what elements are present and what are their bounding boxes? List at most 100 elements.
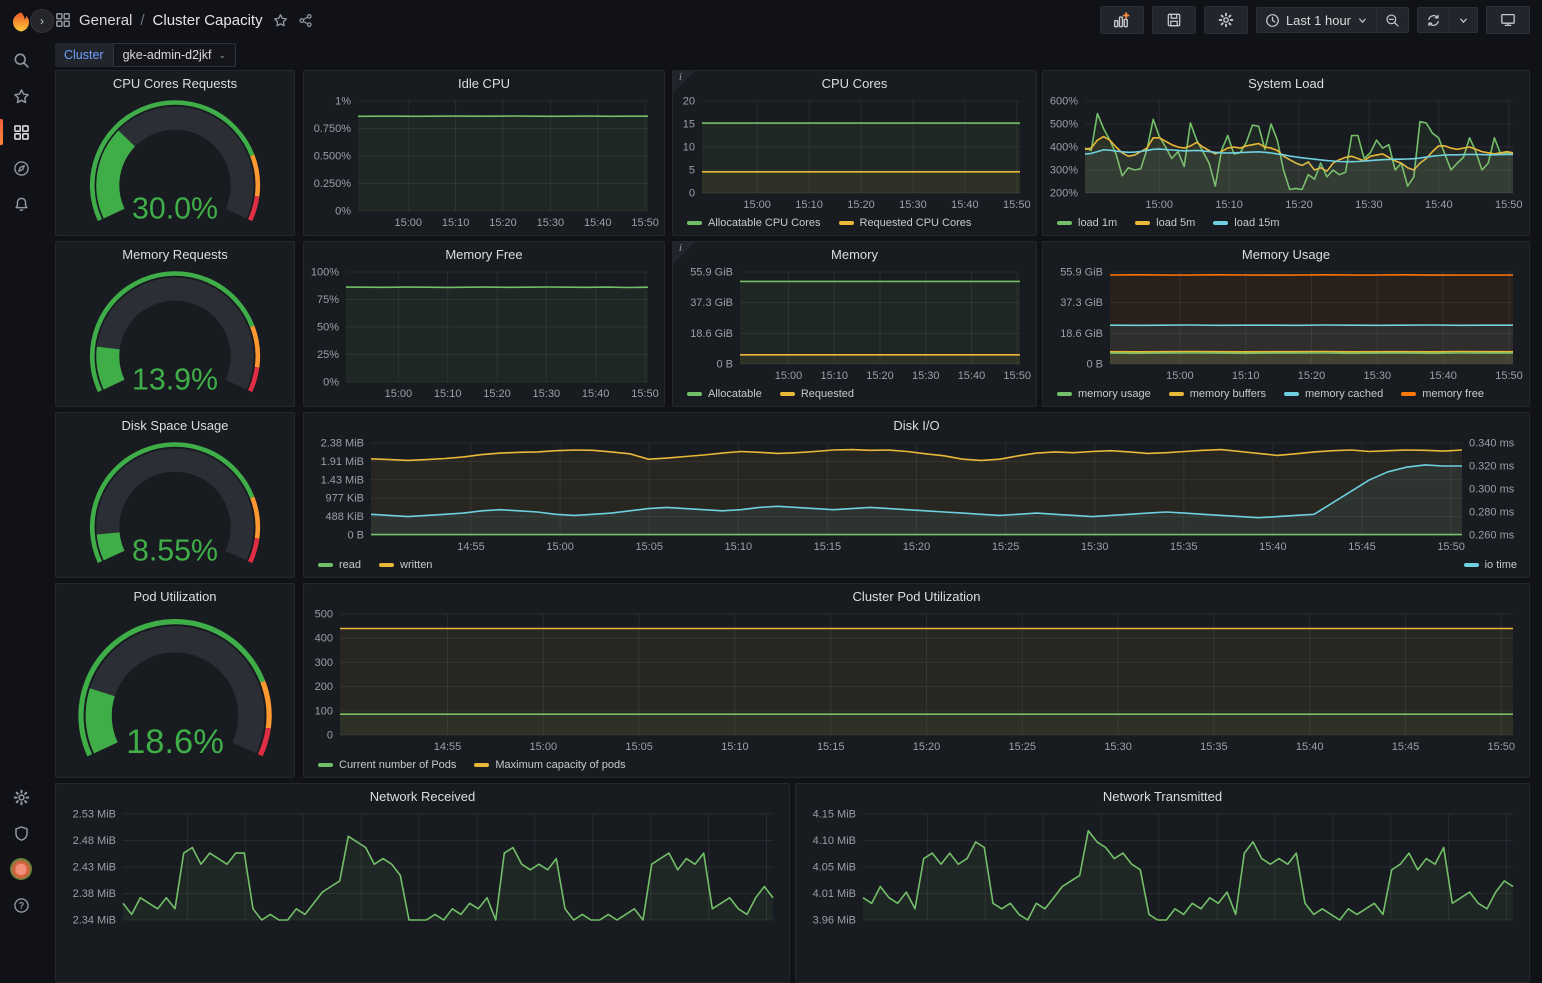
svg-text:8.55%: 8.55% [132,534,218,567]
zoom-out-time-button[interactable] [1376,8,1408,32]
panel-title[interactable]: Network Received [56,784,789,808]
svg-text:15:10: 15:10 [721,741,749,753]
svg-text:15:25: 15:25 [992,541,1020,553]
breadcrumb-page[interactable]: Cluster Capacity [153,12,263,29]
svg-text:15:00: 15:00 [546,541,574,553]
svg-text:100: 100 [315,705,333,717]
svg-text:55.9 GiB: 55.9 GiB [690,267,733,279]
chart-area[interactable]: 0 B18.6 GiB37.3 GiB55.9 GiB15:0015:1015:… [1047,266,1525,384]
svg-text:15:30: 15:30 [1081,541,1109,553]
panel-title[interactable]: Disk Space Usage [56,413,294,437]
svg-text:15:10: 15:10 [725,541,753,553]
chart-area[interactable]: 010020030040050014:5515:0015:0515:1015:1… [308,608,1525,755]
svg-text:0.260 ms: 0.260 ms [1469,530,1515,542]
svg-text:15:40: 15:40 [1259,541,1287,553]
sidebar-item-help[interactable]: ? [0,887,42,923]
chart-area[interactable]: 0 B18.6 GiB37.3 GiB55.9 GiB15:0015:1015:… [677,266,1032,384]
panel-title[interactable]: Memory Requests [56,242,294,266]
svg-text:2.53 MiB: 2.53 MiB [73,809,116,821]
svg-text:0.340 ms: 0.340 ms [1469,438,1515,450]
sidebar: ? [0,0,42,923]
sidebar-item-alerting[interactable] [0,186,42,222]
sidebar-item-configuration[interactable] [0,779,42,815]
legend-item[interactable]: load 1m [1057,217,1117,229]
svg-text:2.48 MiB: 2.48 MiB [73,835,116,847]
add-panel-button[interactable] [1100,6,1144,34]
refresh-button[interactable] [1418,8,1449,32]
panel-title[interactable]: System Load [1043,71,1529,95]
share-dashboard-button[interactable] [298,13,313,28]
sidebar-item-profile[interactable] [0,851,42,887]
svg-text:15:40: 15:40 [951,199,979,211]
legend-item[interactable]: load 5m [1135,217,1195,229]
legend-item[interactable]: written [379,559,432,571]
svg-text:15:50: 15:50 [1003,199,1031,211]
refresh-interval-dropdown[interactable] [1449,8,1477,32]
panel-disk-io: Disk I/O 0 B488 KiB977 KiB1.43 MiB1.91 M… [303,412,1530,578]
svg-text:300%: 300% [1050,165,1078,177]
svg-text:15:00: 15:00 [775,370,803,382]
chart-area[interactable]: 2.34 MiB2.38 MiB2.43 MiB2.48 MiB2.53 MiB [60,808,785,926]
legend-item[interactable]: Allocatable CPU Cores [687,217,821,229]
svg-text:15:00: 15:00 [395,217,423,229]
panel-title[interactable]: Disk I/O [304,413,1529,437]
template-variables-row: Cluster gke-admin-d2jkf ⌄ [55,42,236,68]
panel-pod-utilization: Pod Utilization 18.6% [55,583,295,778]
chart-area[interactable]: 0 B488 KiB977 KiB1.43 MiB1.91 MiB2.38 Mi… [308,437,1525,555]
sidebar-item-dashboards[interactable] [0,114,42,150]
chart-area[interactable]: 200%300%400%500%600%15:0015:1015:2015:30… [1047,95,1525,213]
sidebar-expand-button[interactable]: › [30,9,54,33]
chevron-down-icon [1458,15,1469,26]
panel-title[interactable]: Memory Usage [1043,242,1529,266]
sidebar-item-search[interactable] [0,42,42,78]
legend-item[interactable]: Maximum capacity of pods [474,759,625,771]
svg-text:400%: 400% [1050,142,1078,154]
legend-item[interactable]: read [318,559,361,571]
svg-text:15:30: 15:30 [1355,199,1383,211]
legend-item[interactable]: memory usage [1057,388,1151,400]
svg-text:2.38 MiB: 2.38 MiB [73,888,116,900]
legend-item[interactable]: memory free [1401,388,1484,400]
svg-text:3.96 MiB: 3.96 MiB [813,915,856,927]
legend-item[interactable]: Current number of Pods [318,759,456,771]
variable-value-dropdown[interactable]: gke-admin-d2jkf ⌄ [113,43,236,67]
legend-item[interactable]: load 15m [1213,217,1279,229]
panel-title[interactable]: Network Transmitted [796,784,1529,808]
panel-title[interactable]: CPU Cores [673,71,1036,95]
svg-text:15:50: 15:50 [1495,370,1523,382]
save-icon [1166,12,1182,28]
sidebar-item-explore[interactable] [0,150,42,186]
dashboard-settings-button[interactable] [1204,6,1248,34]
svg-text:37.3 GiB: 37.3 GiB [690,297,733,309]
legend-item[interactable]: Requested CPU Cores [839,217,972,229]
breadcrumb-section[interactable]: General [79,12,132,29]
chart-area[interactable]: 0510152015:0015:1015:2015:3015:4015:50 [677,95,1032,213]
panel-title[interactable]: Memory [673,242,1036,266]
legend-item[interactable]: io time [1464,559,1517,571]
panel-title[interactable]: Memory Free [304,242,664,266]
chart-area[interactable]: 3.96 MiB4.01 MiB4.05 MiB4.10 MiB4.15 MiB [800,808,1525,926]
monitor-icon [1500,12,1516,28]
panel-title[interactable]: Cluster Pod Utilization [304,584,1529,608]
svg-text:15: 15 [683,119,695,131]
panel-title[interactable]: Pod Utilization [56,584,294,608]
legend-item[interactable]: Allocatable [687,388,762,400]
kiosk-mode-button[interactable] [1486,6,1530,34]
time-range-picker[interactable]: Last 1 hour [1257,8,1376,32]
sidebar-item-starred[interactable] [0,78,42,114]
svg-text:4.15 MiB: 4.15 MiB [813,809,856,821]
svg-text:15:15: 15:15 [814,541,842,553]
chart-area[interactable]: 0%25%50%75%100%15:0015:1015:2015:3015:40… [308,266,660,402]
panel-title[interactable]: Idle CPU [304,71,664,95]
sidebar-item-server-admin[interactable] [0,815,42,851]
svg-text:10: 10 [683,142,695,154]
panel-title[interactable]: CPU Cores Requests [56,71,294,95]
chart-area[interactable]: 0%0.250%0.500%0.750%1%15:0015:1015:2015:… [308,95,660,231]
legend-item[interactable]: Requested [780,388,854,400]
grafana-logo-icon [10,11,32,33]
save-dashboard-button[interactable] [1152,6,1196,34]
svg-text:14:55: 14:55 [434,741,462,753]
star-dashboard-button[interactable] [273,13,288,28]
legend-item[interactable]: memory buffers [1169,388,1266,400]
legend-item[interactable]: memory cached [1284,388,1383,400]
